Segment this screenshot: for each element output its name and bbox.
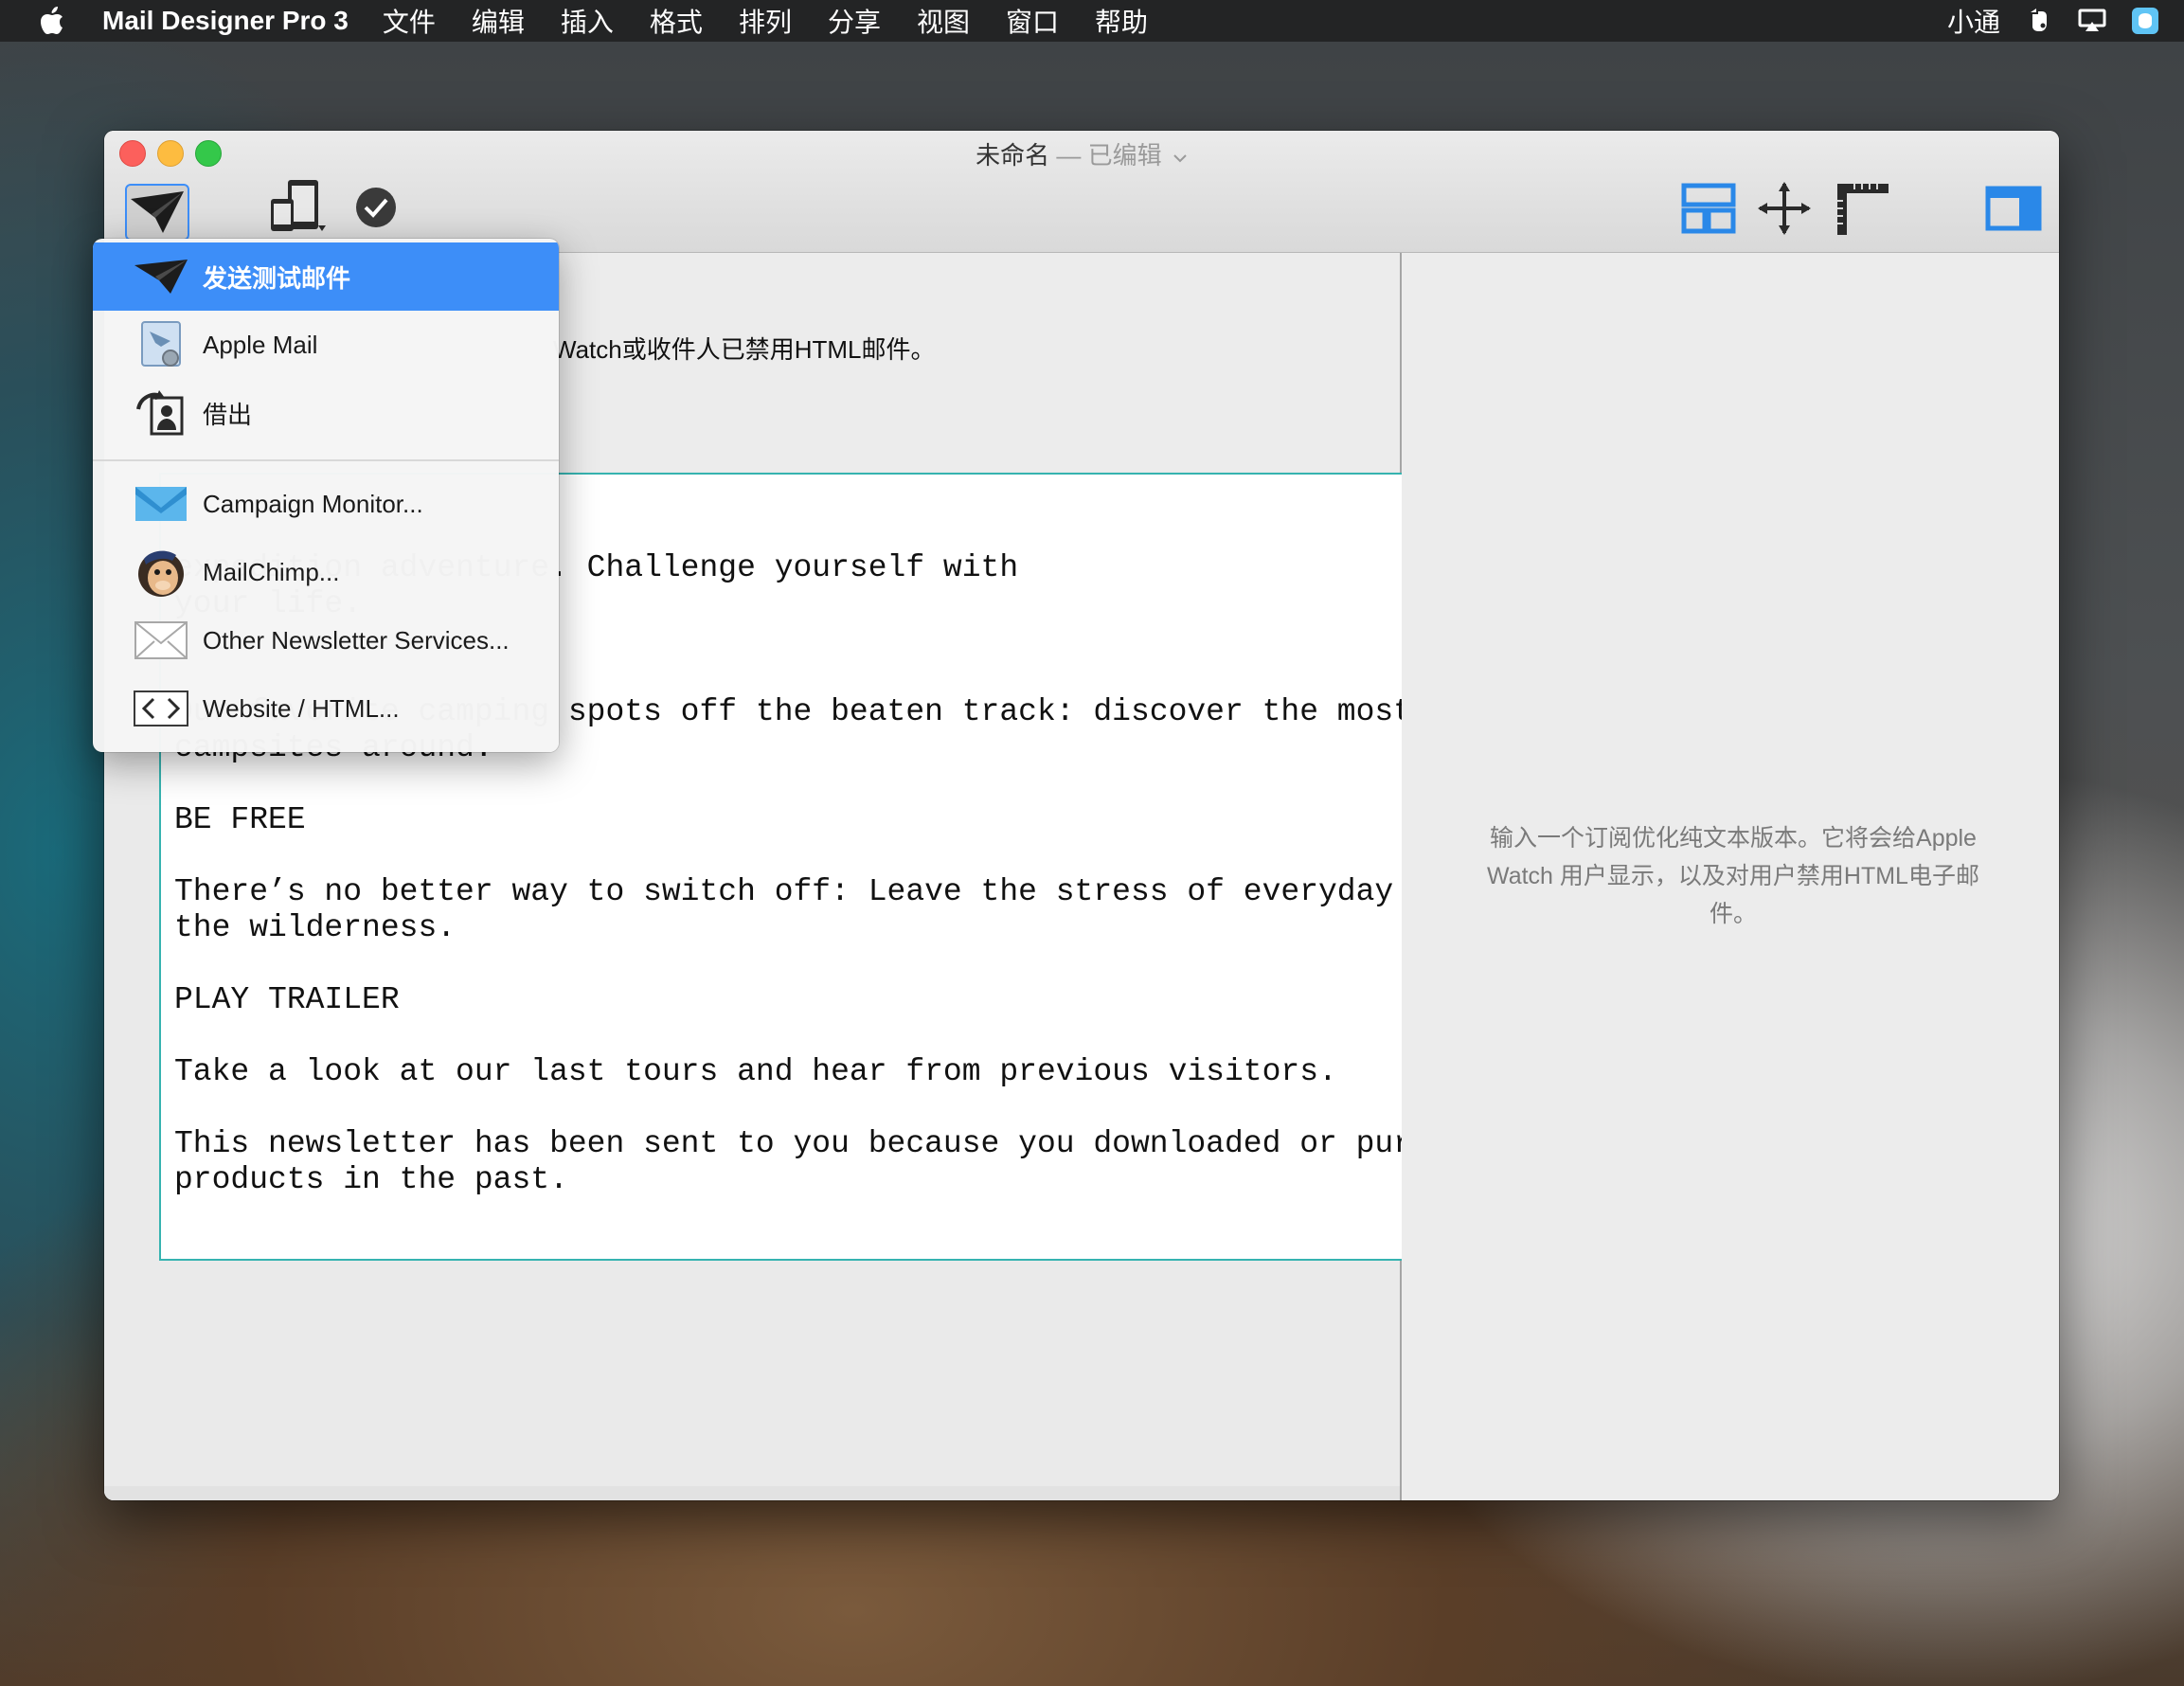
menu-item-other-newsletter[interactable]: Other Newsletter Services... bbox=[93, 606, 559, 674]
menu-item-label: MailChimp... bbox=[203, 557, 340, 586]
apple-logo-icon[interactable] bbox=[40, 7, 64, 35]
envelope-icon bbox=[133, 614, 189, 667]
notice-text: Watch或收件人已禁用HTML邮件。 bbox=[553, 335, 936, 364]
send-menu-button[interactable] bbox=[125, 184, 189, 241]
text-line: Take a look at our last tours and hear f… bbox=[174, 1054, 1337, 1089]
text-line: the wilderness. bbox=[174, 910, 456, 945]
layout-blocks-icon[interactable] bbox=[1680, 182, 1737, 235]
side-panel: 输入一个订阅优化纯文本版本。它将会给Apple Watch 用户显示，以及对用户… bbox=[1402, 253, 2059, 1500]
evernote-icon[interactable] bbox=[2025, 7, 2053, 35]
paper-plane-icon bbox=[131, 191, 184, 233]
menu-item-label: Apple Mail bbox=[203, 330, 318, 359]
text-line: BE FREE bbox=[174, 802, 306, 837]
check-icon[interactable] bbox=[354, 186, 398, 229]
window-titlebar: 未命名 — 已编辑 bbox=[104, 131, 2059, 253]
menu-item-label: Campaign Monitor... bbox=[203, 489, 423, 518]
menu-bar: Mail Designer Pro 3 文件 编辑 插入 格式 排列 分享 视图… bbox=[0, 0, 2184, 42]
text-line bbox=[174, 1018, 1402, 1054]
document-name: 未命名 bbox=[976, 141, 1050, 170]
menu-item-label: Other Newsletter Services... bbox=[203, 625, 510, 655]
menu-item-export[interactable]: 借出 bbox=[93, 379, 559, 447]
menu-item-mailchimp[interactable]: MailChimp... bbox=[93, 538, 559, 606]
text-line bbox=[174, 946, 1402, 982]
editor-footer bbox=[104, 1486, 1400, 1500]
campaign-monitor-icon bbox=[133, 477, 189, 530]
menu-window[interactable]: 窗口 bbox=[1006, 2, 1059, 40]
document-status: — 已编辑 bbox=[1056, 141, 1162, 170]
menu-item-campaign-monitor[interactable]: Campaign Monitor... bbox=[93, 470, 559, 538]
menu-app-name[interactable]: Mail Designer Pro 3 bbox=[102, 6, 349, 36]
sidebar-icon[interactable] bbox=[1985, 186, 2042, 231]
menu-share[interactable]: 分享 bbox=[828, 2, 881, 40]
move-icon[interactable] bbox=[1756, 180, 1813, 237]
chevron-down-icon bbox=[1173, 154, 1187, 163]
send-dropdown-menu: 发送测试邮件 Apple Mail 借出 Campaign Monitor...… bbox=[93, 239, 559, 752]
airplay-icon[interactable] bbox=[2078, 7, 2106, 35]
menu-help[interactable]: 帮助 bbox=[1095, 2, 1148, 40]
ruler-icon[interactable] bbox=[1834, 180, 1892, 239]
menu-format[interactable]: 格式 bbox=[650, 2, 703, 40]
menu-item-website-html[interactable]: Website / HTML... bbox=[93, 674, 559, 743]
side-panel-hint: 输入一个订阅优化纯文本版本。它将会给Apple Watch 用户显示，以及对用户… bbox=[1487, 825, 1979, 927]
menu-insert[interactable]: 插入 bbox=[561, 2, 614, 40]
text-line bbox=[174, 1090, 1402, 1126]
text-line bbox=[174, 766, 1402, 802]
menu-item-label: 发送测试邮件 bbox=[203, 263, 351, 293]
text-line: PLAY TRAILER bbox=[174, 982, 400, 1017]
text-line: This newsletter has been sent to you bec… bbox=[174, 1126, 1402, 1161]
menu-edit[interactable]: 编辑 bbox=[472, 2, 525, 40]
menu-divider bbox=[93, 459, 559, 461]
menu-item-label: 借出 bbox=[203, 400, 253, 429]
devices-icon[interactable] bbox=[267, 178, 328, 235]
menu-item-label: Website / HTML... bbox=[203, 693, 400, 723]
menu-file[interactable]: 文件 bbox=[383, 2, 436, 40]
menu-item-apple-mail[interactable]: Apple Mail bbox=[93, 311, 559, 379]
finder-icon[interactable] bbox=[2131, 7, 2159, 35]
export-icon bbox=[133, 386, 189, 439]
code-icon bbox=[133, 682, 189, 735]
menu-view[interactable]: 视图 bbox=[917, 2, 970, 40]
window-title[interactable]: 未命名 — 已编辑 bbox=[104, 136, 2059, 171]
text-line: products in the past. bbox=[174, 1162, 568, 1197]
paper-plane-icon bbox=[133, 250, 189, 303]
menu-arrange[interactable]: 排列 bbox=[739, 2, 792, 40]
apple-mail-icon bbox=[133, 318, 189, 371]
menu-item-send-test-email[interactable]: 发送测试邮件 bbox=[93, 242, 559, 311]
text-line: There’s no better way to switch off: Lea… bbox=[174, 874, 1402, 909]
menu-user-name[interactable]: 小通 bbox=[1947, 2, 2000, 40]
mailchimp-icon bbox=[133, 546, 189, 599]
text-line bbox=[174, 838, 1402, 874]
